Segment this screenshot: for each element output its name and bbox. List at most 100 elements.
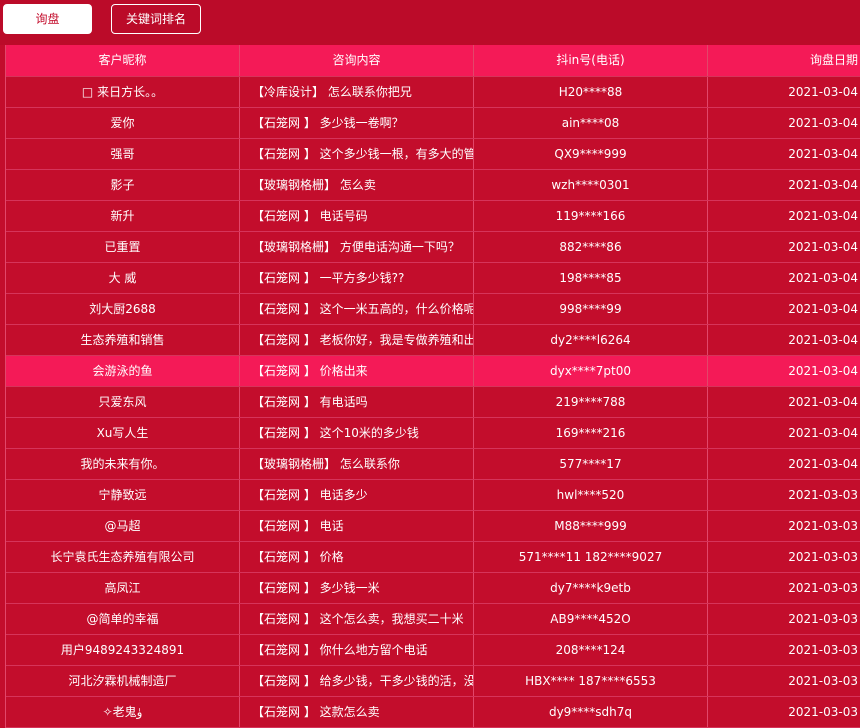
cell-contact: M88****999 [474,511,708,541]
cell-content: 【石笼网 】 这个一米五高的，什么价格呢？ [240,294,474,324]
table-row[interactable]: □ 来日方长。。 【冷库设计】 怎么联系你把兄 H20****88 2021-03-0… [6,77,860,108]
cell-nickname: 强哥 [6,139,240,169]
cell-contact: dy7****k9etb [474,573,708,603]
table-header-row: 客户昵称 咨询内容 抖in号(电话) 询盘日期 [6,45,860,77]
table-row[interactable]: 影子 【玻璃钢格栅】 怎么卖 wzh****0301 2021-03-04 [6,170,860,201]
cell-nickname: 只爱东风 [6,387,240,417]
cell-nickname: Xu写人生 [6,418,240,448]
table-row[interactable]: 新升 【石笼网 】 电话号码 119****166 2021-03-04 [6,201,860,232]
cell-content: 【石笼网 】 这款怎么卖 [240,697,474,727]
cell-nickname: 宁静致远 [6,480,240,510]
cell-nickname: 爱你 [6,108,240,138]
cell-date: 2021-03-03 [788,488,858,502]
table-row[interactable]: 爱你 【石笼网 】 多少钱一卷啊？ ain****08 2021-03-04 [6,108,860,139]
cell-content: 【石笼网 】 电话 [240,511,474,541]
cell-content: 【玻璃钢格栅】 怎么联系你 [240,449,474,479]
cell-nickname: □ 来日方长。。 [6,77,240,107]
cell-date: 2021-03-03 [788,674,858,688]
cell-date: 2021-03-04 [788,240,858,254]
cell-date: 2021-03-03 [788,643,858,657]
table-row[interactable]: 长宁袁氏生态养殖有限公司 【石笼网 】 价格 571****11 182****90… [6,542,860,573]
cell-content: 【石笼网 】 你什么地方留个电话 [240,635,474,665]
cell-contact: 219****788 [474,387,708,417]
cell-contact: hwl****520 [474,480,708,510]
cell-date: 2021-03-03 [788,550,858,564]
cell-content: 【石笼网 】 价格 [240,542,474,572]
cell-contact: 208****124 [474,635,708,665]
top-toolbar: 询盘 关键词排名 [0,0,860,45]
cell-date: 2021-03-04 [788,333,858,347]
table-row[interactable]: 刘大厨2688 【石笼网 】 这个一米五高的，什么价格呢？ 998****99 202… [6,294,860,325]
table-row[interactable]: 高凤江 【石笼网 】 多少钱一米 dy7****k9etb 2021-03-03 [6,573,860,604]
cell-nickname: 高凤江 [6,573,240,603]
table-row[interactable]: 大 威【石笼网 】 一平方多少钱?? 198****85 2021-03-04 [6,263,860,294]
table-row[interactable]: 用户9489243324891 【石笼网 】 你什么地方留个电话 208****12… [6,635,860,666]
column-header-content: 咨询内容 [240,45,474,76]
cell-nickname: 我的未来有你。 [6,449,240,479]
cell-nickname: 河北汐霖机械制造厂 [6,666,240,696]
cell-contact: HBX**** 187****6553 [474,666,708,696]
cell-contact: dy2****l6264 [474,325,708,355]
table-row[interactable]: 河北汐霖机械制造厂【石笼网 】 给多少钱，干多少钱的活，没毛病HBX**** 1… [6,666,860,697]
tab-inquiry[interactable]: 询盘 [3,4,92,34]
cell-date: 2021-03-03 [788,581,858,595]
cell-contact: dyx****7pt00 [474,356,708,386]
column-header-contact: 抖in号(电话) [474,45,708,76]
cell-date: 2021-03-04 [788,116,858,130]
cell-date: 2021-03-04 [788,364,858,378]
cell-content: 【玻璃钢格栅】 怎么卖 [240,170,474,200]
cell-contact: 577****17 [474,449,708,479]
cell-content: 【石笼网 】 这个多少钱一根，有多大的管;多长 [240,139,474,169]
cell-nickname: 大 威 [6,263,240,293]
table-row[interactable]: Xu写人生 【石笼网 】 这个10米的多少钱 169****216 2021-03-0… [6,418,860,449]
cell-content: 【石笼网 】 一平方多少钱?? [240,263,474,293]
table-row[interactable]: 已重置 【玻璃钢格栅】 方便电话沟通一下吗？ 882****86 2021-03-04 [6,232,860,263]
cell-nickname: ✧老鬼ۈ [6,697,240,727]
table-row[interactable]: @马超 【石笼网 】 电话 M88****999 2021-03-03 [6,511,860,542]
table-row[interactable]: 强哥【石笼网 】 这个多少钱一根，有多大的管;多长QX9****999 2021-… [6,139,860,170]
cell-content: 【冷库设计】 怎么联系你把兄 [240,77,474,107]
cell-date: 2021-03-04 [788,457,858,471]
tab-keyword-ranking[interactable]: 关键词排名 [111,4,201,34]
cell-nickname: 新升 [6,201,240,231]
cell-content: 【石笼网 】 这个怎么卖，我想买二十米 [240,604,474,634]
cell-contact: dy9****sdh7q [474,697,708,727]
cell-nickname: @简单的幸福 [6,604,240,634]
table-row[interactable]: @简单的幸福 【石笼网 】 这个怎么卖，我想买二十米 AB9****452O 2021… [6,604,860,635]
cell-nickname: 会游泳的鱼 [6,356,240,386]
cell-contact: ain****08 [474,108,708,138]
cell-contact: 119****166 [474,201,708,231]
inquiry-table: 客户昵称 咨询内容 抖in号(电话) 询盘日期 □ 来日方长。。 【冷库设计】 怎… [5,45,860,728]
table-row[interactable]: 宁静致远 【石笼网 】 电话多少 hwl****520 2021-03-03 [6,480,860,511]
cell-date: 2021-03-04 [788,178,858,192]
column-header-date: 询盘日期 [809,53,858,67]
cell-contact: 882****86 [474,232,708,262]
cell-nickname: 已重置 [6,232,240,262]
cell-nickname: 影子 [6,170,240,200]
cell-nickname: 生态养殖和销售 [6,325,240,355]
cell-contact: wzh****0301 [474,170,708,200]
table-row[interactable]: 生态养殖和销售【石笼网 】 老板你好，我是专做养殖和出售鹅dy2****l626… [6,325,860,356]
cell-nickname: 刘大厨2688 [6,294,240,324]
cell-contact: 198****85 [474,263,708,293]
cell-date: 2021-03-03 [788,705,858,719]
table-row[interactable]: 只爱东风 【石笼网 】 有电话吗 219****788 2021-03-04 [6,387,860,418]
table-row[interactable]: 我的未来有你。 【玻璃钢格栅】 怎么联系你 577****17 2021-03-04 [6,449,860,480]
cell-date: 2021-03-04 [788,395,858,409]
table-row[interactable]: 会游泳的鱼 【石笼网 】 价格出来 dyx****7pt00 2021-03-04 [6,356,860,387]
cell-date: 2021-03-04 [788,271,858,285]
cell-contact: H20****88 [474,77,708,107]
cell-content: 【石笼网 】 电话多少 [240,480,474,510]
cell-date: 2021-03-04 [788,426,858,440]
table-row[interactable]: ✧老鬼ۈ 【石笼网 】 这款怎么卖 dy9****sdh7q 2021-03-03 [6,697,860,728]
cell-date: 2021-03-04 [788,209,858,223]
cell-date: 2021-03-03 [788,612,858,626]
cell-contact: 169****216 [474,418,708,448]
cell-nickname: 用户9489243324891 [6,635,240,665]
cell-content: 【石笼网 】 多少钱一卷啊？ [240,108,474,138]
cell-content: 【玻璃钢格栅】 方便电话沟通一下吗？ [240,232,474,262]
cell-date: 2021-03-04 [788,85,858,99]
cell-date: 2021-03-04 [788,302,858,316]
cell-contact: QX9****999 [474,139,708,169]
cell-content: 【石笼网 】 这个10米的多少钱 [240,418,474,448]
